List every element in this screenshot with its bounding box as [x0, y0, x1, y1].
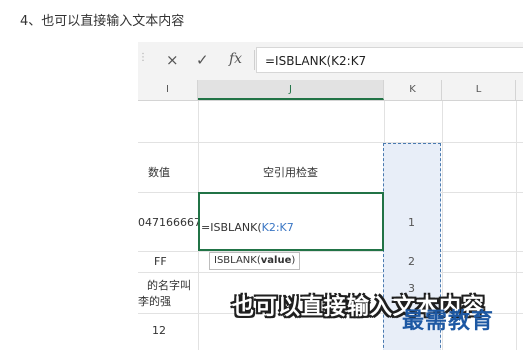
gridline [138, 142, 523, 143]
function-tooltip: ISBLANK(value) [209, 252, 301, 270]
formula-prefix: =ISBLANK( [201, 221, 262, 234]
column-headers: I J K L [138, 80, 523, 101]
insert-function-icon[interactable]: fx [229, 51, 242, 67]
tooltip-func: ISBLANK( [214, 255, 261, 266]
cell-i-row2[interactable]: FF [154, 255, 167, 268]
header-cell-j[interactable]: 空引用检查 [263, 164, 318, 180]
cell-i-row4[interactable]: 12 [152, 324, 166, 337]
drag-handle-icon[interactable]: ⋮ [138, 52, 148, 66]
cancel-icon[interactable]: × [166, 51, 179, 69]
cell-i-row1[interactable]: 047166667 [138, 216, 201, 229]
separator [254, 50, 255, 70]
formula-input[interactable]: =ISBLANK(K2:K7 [256, 47, 523, 73]
step-caption: 4、也可以直接输入文本内容 [20, 14, 185, 29]
gridline [138, 272, 523, 273]
editing-cell-j[interactable]: =ISBLANK(K2:K7 [198, 192, 384, 251]
column-header-l[interactable]: L [442, 80, 516, 100]
enter-icon[interactable]: ✓ [196, 51, 209, 69]
tooltip-close: ) [291, 255, 296, 266]
column-header-k[interactable]: K [384, 80, 442, 100]
column-header-i[interactable]: I [138, 80, 198, 100]
header-cell-i[interactable]: 数值 [148, 164, 170, 180]
cell-i-row3-line2: 李的强 [138, 295, 171, 308]
column-header-j[interactable]: J [198, 80, 384, 100]
watermark-logo: 最需教育 [402, 308, 495, 334]
tooltip-arg[interactable]: value [261, 255, 292, 266]
cell-k-row1[interactable]: 1 [408, 216, 415, 229]
gridline [138, 251, 523, 252]
formula-bar: ⋮ × ✓ fx =ISBLANK(K2:K7 [138, 42, 523, 81]
cell-i-row3-line1[interactable]: 的名字叫 [147, 277, 191, 293]
formula-range-ref: K2:K7 [261, 221, 294, 234]
cell-k-row2[interactable]: 2 [408, 255, 415, 268]
